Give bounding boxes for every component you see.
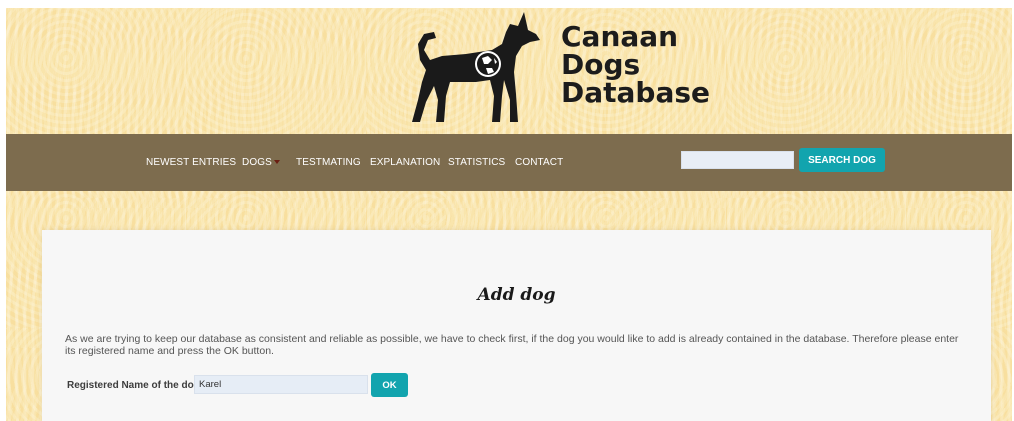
main-navbar: NEWEST ENTRIES DOGS TESTMATING EXPLANATI… bbox=[6, 134, 1012, 191]
nav-dogs[interactable]: DOGS bbox=[242, 157, 280, 168]
chevron-down-icon bbox=[273, 160, 280, 165]
dog-silhouette-globe-icon[interactable] bbox=[406, 10, 556, 128]
ok-button[interactable]: OK bbox=[371, 373, 408, 397]
search-input[interactable] bbox=[681, 151, 794, 169]
nav-dogs-label: DOGS bbox=[242, 157, 272, 168]
search-dog-button[interactable]: SEARCH DOG bbox=[799, 148, 885, 172]
site-title-line-1: Canaan bbox=[561, 20, 679, 53]
nav-statistics[interactable]: STATISTICS bbox=[448, 157, 505, 168]
nav-contact[interactable]: CONTACT bbox=[515, 157, 563, 168]
nav-testmating[interactable]: TESTMATING bbox=[296, 157, 361, 168]
registered-name-label: Registered Name of the dog: bbox=[67, 380, 204, 391]
instructions-text: As we are trying to keep our database as… bbox=[65, 333, 959, 357]
site-title[interactable]: Canaan Dogs Database bbox=[561, 23, 710, 107]
page-title: Add dog bbox=[477, 285, 556, 305]
site-title-line-2: Dogs bbox=[561, 48, 641, 81]
nav-explanation[interactable]: EXPLANATION bbox=[370, 157, 440, 168]
site-title-line-3: Database bbox=[561, 76, 711, 109]
add-dog-panel: Add dog As we are trying to keep our dat… bbox=[42, 230, 991, 421]
registered-name-input[interactable] bbox=[194, 375, 368, 394]
site-header: Canaan Dogs Database bbox=[6, 8, 1012, 134]
nav-newest-entries[interactable]: NEWEST ENTRIES bbox=[146, 157, 236, 168]
page-frame: Canaan Dogs Database NEWEST ENTRIES DOGS… bbox=[6, 8, 1012, 421]
